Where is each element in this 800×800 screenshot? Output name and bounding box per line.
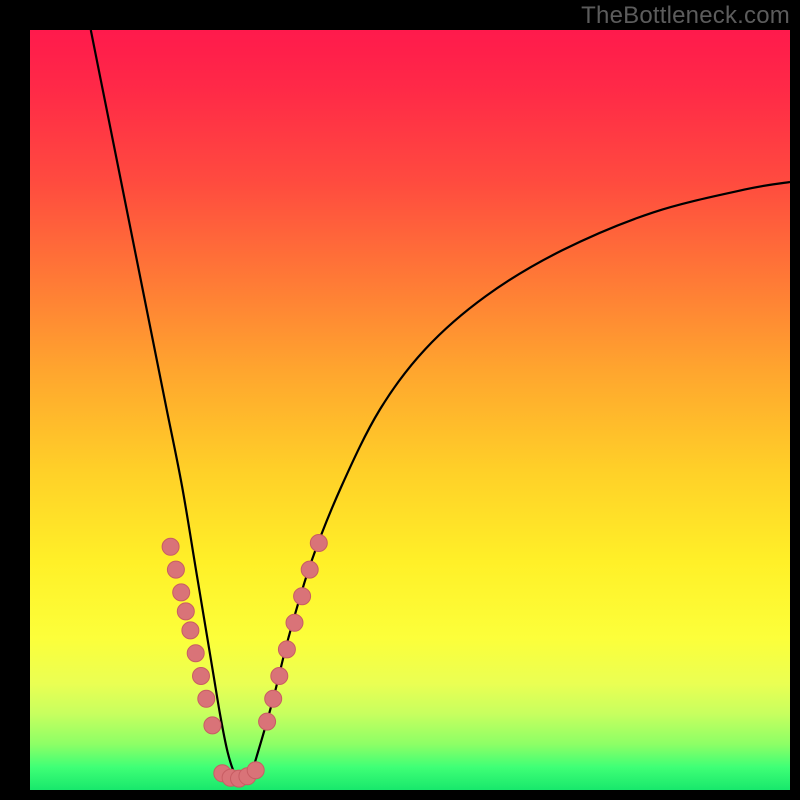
marker-dot — [265, 690, 282, 707]
chart-frame: TheBottleneck.com — [0, 0, 800, 800]
marker-dot — [187, 645, 204, 662]
marker-dot — [173, 584, 190, 601]
marker-dot — [310, 535, 327, 552]
marker-dot — [271, 668, 288, 685]
marker-dot — [182, 622, 199, 639]
marker-dot — [278, 641, 295, 658]
marker-dots — [162, 535, 327, 788]
marker-dot — [286, 614, 303, 631]
marker-dot — [294, 588, 311, 605]
marker-dot — [204, 717, 221, 734]
plot-area — [30, 30, 790, 790]
marker-dot — [177, 603, 194, 620]
marker-dot — [301, 561, 318, 578]
chart-svg — [30, 30, 790, 790]
marker-dot — [193, 668, 210, 685]
marker-dot — [259, 713, 276, 730]
marker-dot — [167, 561, 184, 578]
marker-dot — [162, 538, 179, 555]
watermark-text: TheBottleneck.com — [581, 2, 790, 30]
marker-dot — [198, 690, 215, 707]
marker-dot — [247, 762, 264, 779]
